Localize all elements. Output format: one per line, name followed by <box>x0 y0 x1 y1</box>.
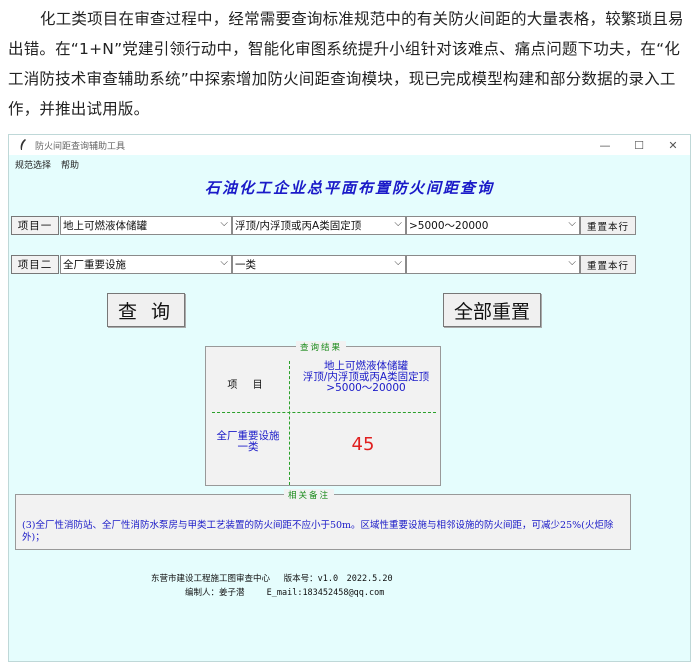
app-window: 防火间距查询辅助工具 — ☐ ✕ 规范选择 帮助 石油化工企业总平面布置防火间距… <box>8 134 691 662</box>
item2-category-value: 全厂重要设施 <box>63 259 126 271</box>
chevron-down-icon: ⌵ <box>220 218 228 229</box>
maximize-button[interactable]: ☐ <box>622 135 656 155</box>
item2-label: 项目二 <box>11 255 59 274</box>
result-distance-value: 45 <box>351 434 375 455</box>
result-header-label: 项 目 <box>227 380 269 391</box>
minimize-button[interactable]: — <box>588 135 622 155</box>
result-row-header: 全厂重要设施 一类 <box>208 431 288 453</box>
result-col-line3: >5000～20000 <box>326 382 406 394</box>
menu-help[interactable]: 帮助 <box>61 158 79 171</box>
result-panel: 查询结果 项 目 地上可燃液体储罐 浮顶/内浮顶或丙A类固定顶 >5000～20… <box>205 341 441 486</box>
chevron-down-icon: ⌵ <box>568 218 576 229</box>
item1-reset-button[interactable]: 重置本行 <box>580 216 636 235</box>
footer-org-version: 东营市建设工程施工图审查中心 版本号：v1.0 2022.5.20 <box>151 574 393 584</box>
notes-text: (3)全厂性消防站、全厂性消防水泵房与甲类工艺装置的防火间距不应小于50m。区域… <box>22 520 614 543</box>
window-title: 防火间距查询辅助工具 <box>35 141 126 152</box>
menu-spec-select[interactable]: 规范选择 <box>15 158 51 171</box>
grid-divider <box>289 361 290 485</box>
item1-category-select[interactable]: 地上可燃液体储罐 ⌵ <box>60 216 232 235</box>
notes-panel: 相关备注 (3)全厂性消防站、全厂性消防水泵房与甲类工艺装置的防火间距不应小于5… <box>15 489 631 550</box>
chevron-down-icon: ⌵ <box>220 257 228 268</box>
chevron-down-icon: ⌵ <box>394 218 402 229</box>
chevron-down-icon: ⌵ <box>568 257 576 268</box>
title-bar: 防火间距查询辅助工具 — ☐ ✕ <box>9 135 690 155</box>
result-column-header: 地上可燃液体储罐 浮顶/内浮顶或丙A类固定顶 >5000～20000 <box>292 361 440 394</box>
item2-category-select[interactable]: 全厂重要设施 ⌵ <box>60 255 232 274</box>
item1-type-value: 浮顶/内浮顶或丙A类固定顶 <box>235 220 362 232</box>
query-button[interactable]: 查 询 <box>107 293 185 327</box>
close-button[interactable]: ✕ <box>656 135 690 155</box>
result-caption: 查询结果 <box>296 341 347 353</box>
item1-capacity-value: >5000～20000 <box>409 220 489 232</box>
chevron-down-icon: ⌵ <box>394 257 402 268</box>
result-row-line2: 一类 <box>237 441 259 453</box>
item2-type-select[interactable]: 一类 ⌵ <box>232 255 406 274</box>
feather-icon <box>17 138 29 152</box>
item2-capacity-select[interactable]: ⌵ <box>406 255 580 274</box>
footer-author-email: 编制人：姜子潜 E_mail:183452458@qq.com <box>185 588 385 598</box>
item1-label: 项目一 <box>11 216 59 235</box>
item1-category-value: 地上可燃液体储罐 <box>63 220 147 232</box>
item2-type-value: 一类 <box>235 259 256 271</box>
app-title: 石油化工企业总平面布置防火间距查询 <box>204 179 494 197</box>
menu-bar: 规范选择 帮助 <box>9 156 83 172</box>
grid-divider <box>212 412 436 413</box>
item2-reset-button[interactable]: 重置本行 <box>580 255 636 274</box>
reset-all-button[interactable]: 全部重置 <box>443 293 541 327</box>
notes-caption: 相关备注 <box>284 489 335 501</box>
item1-capacity-select[interactable]: >5000～20000 ⌵ <box>406 216 580 235</box>
item1-type-select[interactable]: 浮顶/内浮顶或丙A类固定顶 ⌵ <box>232 216 406 235</box>
article-paragraph: 化工类项目在审查过程中，经常需要查询标准规范中的有关防火间距的大量表格，较繁琐且… <box>8 10 684 118</box>
